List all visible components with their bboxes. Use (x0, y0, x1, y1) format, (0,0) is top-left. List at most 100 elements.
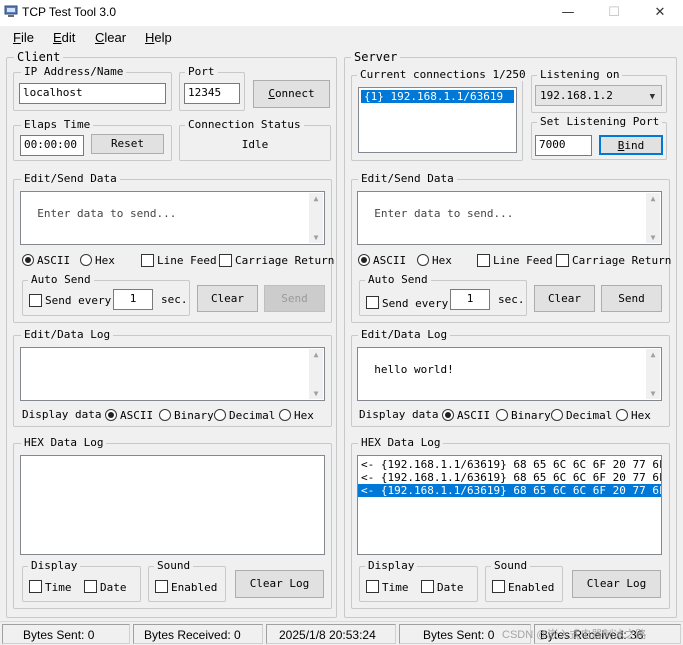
menu-clear[interactable]: Clear (95, 30, 126, 45)
reset-button[interactable]: Reset (91, 134, 164, 154)
client-carriage-return-label: Carriage Return (235, 254, 335, 267)
listening-label: Listening on (537, 69, 623, 81)
client-sound-enabled-label: Enabled (171, 581, 218, 594)
connections-listbox[interactable]: {1} 192.168.1.1/63619 (358, 87, 517, 153)
client-clear-log-button[interactable]: Clear Log (235, 570, 324, 598)
server-log-decimal-radio[interactable] (551, 409, 563, 421)
hex-log-row[interactable]: <- {192.168.1.1/63619} 68 65 6C 6C 6F 20… (358, 471, 661, 484)
client-send-label: Edit/Send Data (21, 173, 120, 185)
scroll-down-icon[interactable]: ▼ (646, 233, 660, 242)
client-line-feed-checkbox[interactable] (141, 254, 154, 267)
server-hex-listbox[interactable]: <- {192.168.1.1/63619} 68 65 6C 6C 6F 20… (357, 455, 662, 555)
server-date-checkbox[interactable] (421, 580, 434, 593)
server-time-checkbox[interactable] (366, 580, 379, 593)
scroll-down-icon[interactable]: ▼ (309, 233, 323, 242)
menu-help-label: elp (154, 30, 172, 45)
client-group-label: Client (14, 51, 64, 63)
client-send-every-checkbox[interactable] (29, 294, 42, 307)
server-log-binary-label: Binary (511, 409, 551, 422)
client-log-decimal-radio[interactable] (214, 409, 226, 421)
server-log-hex-radio[interactable] (616, 409, 628, 421)
server-line-feed-checkbox[interactable] (477, 254, 490, 267)
client-date-checkbox[interactable] (84, 580, 97, 593)
server-log-binary-radio[interactable] (496, 409, 508, 421)
client-sound-label: Sound (154, 560, 194, 572)
menu-file-accel: F (13, 30, 21, 45)
server-send-every-label: Send every (382, 297, 449, 310)
bind-button[interactable]: Bind (599, 135, 663, 155)
client-log-label: Edit/Data Log (21, 329, 114, 341)
client-clear-button[interactable]: Clear (197, 285, 258, 312)
client-log-hex-radio[interactable] (279, 409, 291, 421)
menu-edit-accel: E (53, 30, 62, 45)
client-send-every-input[interactable]: 1 (113, 289, 153, 310)
hex-log-row[interactable]: <- {192.168.1.1/63619} 68 65 6C 6C 6F 20… (358, 484, 661, 497)
client-hex-label: Hex (95, 254, 115, 267)
server-hex-radio[interactable] (417, 254, 429, 266)
client-log-ascii-radio[interactable] (105, 409, 117, 421)
server-log-scrollbar[interactable]: ▲ ▼ (646, 349, 660, 399)
client-date-label: Date (100, 581, 127, 594)
menu-file[interactable]: File (13, 30, 34, 45)
server-auto-send-label: Auto Send (365, 274, 431, 286)
client-send-scrollbar[interactable]: ▲ ▼ (309, 193, 323, 243)
server-send-textarea[interactable]: Enter data to send... ▲ ▼ (357, 191, 662, 245)
client-log-textarea[interactable]: ▲ ▼ (20, 347, 325, 401)
client-log-decimal-label: Decimal (229, 409, 276, 422)
client-sound-enabled-checkbox[interactable] (155, 580, 168, 593)
maximize-button[interactable]: ☐ (602, 4, 626, 22)
client-hex-radio[interactable] (80, 254, 92, 266)
client-port-input[interactable]: 12345 (184, 83, 240, 104)
connection-status-label: Connection Status (185, 119, 304, 131)
server-display-data-label: Display data (359, 408, 439, 421)
menu-help[interactable]: Help (145, 30, 172, 45)
client-log-scrollbar[interactable]: ▲ ▼ (309, 349, 323, 399)
listening-select[interactable]: 192.168.1.2 ▼ (535, 85, 662, 106)
client-log-hex-label: Hex (294, 409, 314, 422)
menu-edit[interactable]: Edit (53, 30, 75, 45)
title-bar[interactable]: TCP Test Tool 3.0 — ☐ ✕ (0, 0, 683, 26)
server-sound-enabled-checkbox[interactable] (492, 580, 505, 593)
server-send-every-checkbox[interactable] (366, 296, 379, 309)
client-time-checkbox[interactable] (29, 580, 42, 593)
server-log-ascii-radio[interactable] (442, 409, 454, 421)
close-button[interactable]: ✕ (648, 4, 672, 22)
connect-button[interactable]: Connect (253, 80, 330, 108)
connection-row[interactable]: {1} 192.168.1.1/63619 (361, 90, 514, 103)
server-hex-label: Hex (432, 254, 452, 267)
server-send-button[interactable]: Send (601, 285, 662, 312)
server-send-every-input[interactable]: 1 (450, 289, 490, 310)
scroll-up-icon[interactable]: ▲ (646, 350, 660, 359)
elapse-time-value: 00:00:00 (20, 135, 84, 156)
server-send-label: Edit/Send Data (358, 173, 457, 185)
client-send-textarea[interactable]: Enter data to send... ▲ ▼ (20, 191, 325, 245)
server-ascii-radio[interactable] (358, 254, 370, 266)
server-log-textarea[interactable]: hello world! ▲ ▼ (357, 347, 662, 401)
menu-clear-label: lear (104, 30, 127, 45)
scroll-down-icon[interactable]: ▼ (309, 389, 323, 398)
scroll-up-icon[interactable]: ▲ (646, 194, 660, 203)
client-log-binary-radio[interactable] (159, 409, 171, 421)
minimize-button[interactable]: — (556, 4, 580, 22)
connections-label: Current connections 1/250 (357, 69, 529, 81)
scroll-down-icon[interactable]: ▼ (646, 389, 660, 398)
client-port-label: Port (185, 66, 218, 78)
connect-label: onnect (274, 87, 315, 100)
server-log-ascii-label: ASCII (457, 409, 491, 422)
client-ip-input[interactable]: localhost (19, 83, 166, 104)
client-ascii-radio[interactable] (22, 254, 34, 266)
server-port-input[interactable]: 7000 (535, 135, 592, 156)
client-send-button[interactable]: Send (264, 285, 325, 312)
client-carriage-return-checkbox[interactable] (219, 254, 232, 267)
client-hex-listbox[interactable] (20, 455, 325, 555)
scroll-up-icon[interactable]: ▲ (309, 194, 323, 203)
watermark: CSDN @嵌入式电器制冰之路 (502, 629, 647, 641)
server-carriage-return-checkbox[interactable] (556, 254, 569, 267)
server-sec-label: sec. (498, 293, 525, 306)
server-clear-log-button[interactable]: Clear Log (572, 570, 661, 598)
scroll-up-icon[interactable]: ▲ (309, 350, 323, 359)
server-send-scrollbar[interactable]: ▲ ▼ (646, 193, 660, 243)
server-clear-button[interactable]: Clear (534, 285, 595, 312)
elapse-time-label: Elaps Time (21, 119, 94, 131)
hex-log-row[interactable]: <- {192.168.1.1/63619} 68 65 6C 6C 6F 20… (358, 458, 661, 471)
